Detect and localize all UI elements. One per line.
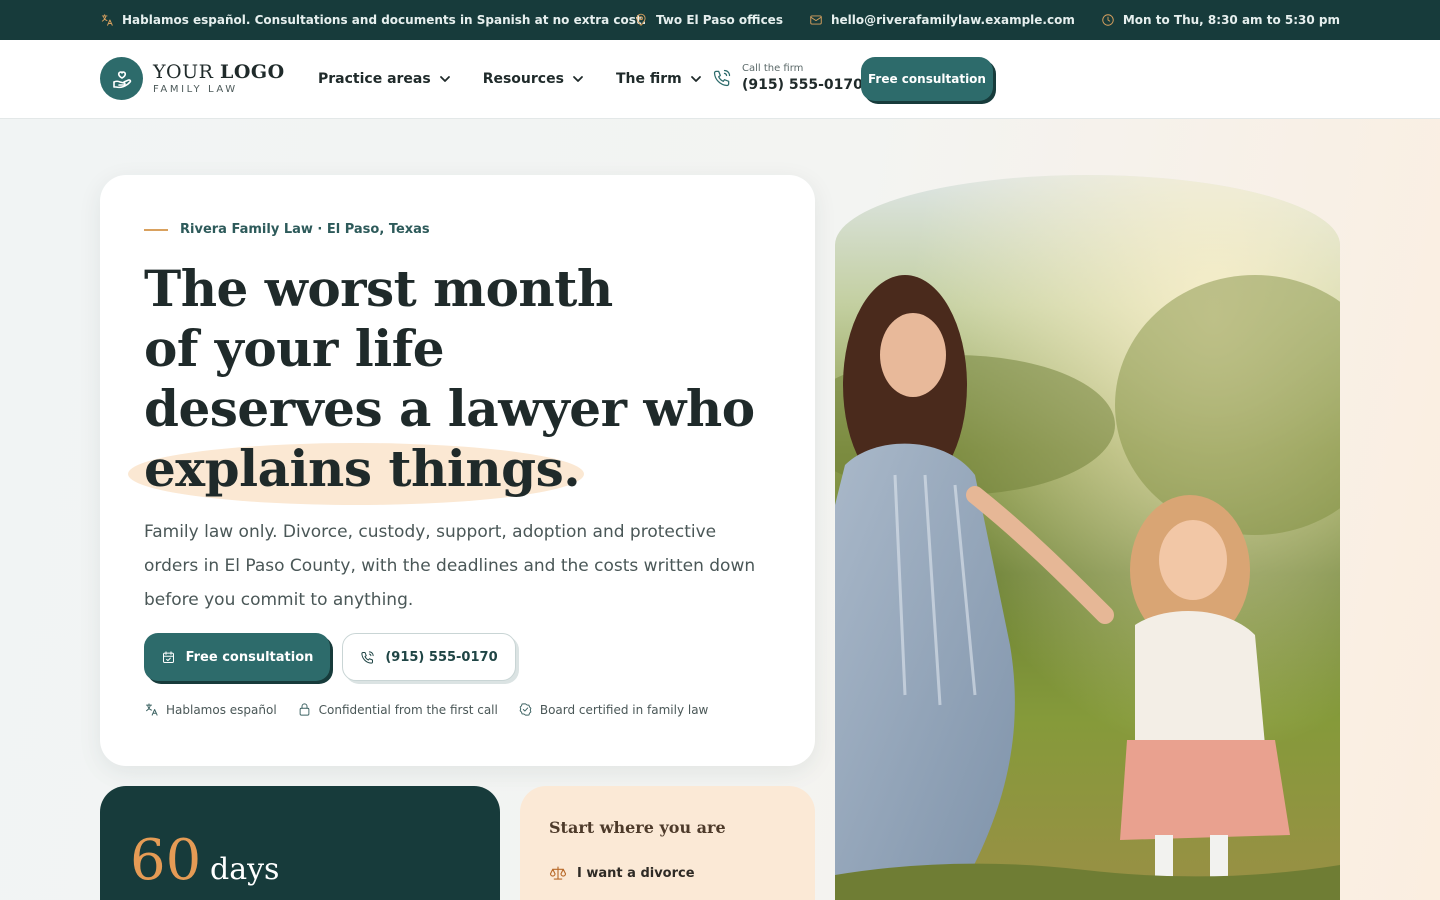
lock-icon <box>299 703 310 716</box>
headline-highlight: explains things. <box>127 439 585 505</box>
logo-hands-icon <box>100 57 143 100</box>
mail-icon <box>810 15 822 25</box>
headline-line: deserves a lawyer who <box>144 379 755 438</box>
chevron-down-icon <box>690 76 701 82</box>
start-item-label: I want a divorce <box>577 865 695 881</box>
trust-confidential: Confidential from the first call <box>297 702 498 717</box>
nav-label: Resources <box>482 71 564 87</box>
call-phone-button[interactable]: (915) 555-0170 <box>342 633 516 681</box>
trust-badges: Hablamos español Confidential from the f… <box>144 702 708 717</box>
logo-tagline: FAMILY LAW <box>153 83 238 95</box>
hero-headline: The worst month of your life deserves a … <box>127 259 784 505</box>
trust-certified: Board certified in family law <box>518 702 709 717</box>
trust-spanish: Hablamos español <box>144 702 277 717</box>
trust-label: Board certified in family law <box>539 702 709 717</box>
site-header: YOUR LOGO FAMILY LAW Practice areas Reso… <box>0 40 1440 119</box>
logo-word-2: LOGO <box>220 60 285 83</box>
start-title: Start where you are <box>549 818 726 837</box>
nav-practice-areas[interactable]: Practice areas <box>318 71 451 87</box>
button-label: Free consultation <box>185 649 314 665</box>
phone-ringing-icon <box>361 650 374 664</box>
hours-info: Mon to Thu, 8:30 am to 5:30 pm <box>1101 13 1340 27</box>
headline-line: The worst month <box>144 259 613 318</box>
trust-label: Hablamos español <box>166 702 277 717</box>
map-pin-icon <box>636 13 646 26</box>
translate-icon <box>101 14 113 26</box>
email-link[interactable]: hello@riverafamilylaw.example.com <box>809 13 1075 27</box>
email-text: hello@riverafamilylaw.example.com <box>830 13 1075 27</box>
nav-label: Practice areas <box>318 71 431 87</box>
mother-and-daughter-photo <box>835 175 1340 900</box>
language-note: Hablamos español. Consultations and docu… <box>100 0 646 40</box>
hours-text: Mon to Thu, 8:30 am to 5:30 pm <box>1122 13 1340 27</box>
nav-label: The firm <box>615 71 682 87</box>
eyebrow-text: Rivera Family Law · El Paso, Texas <box>180 222 430 237</box>
trust-label: Confidential from the first call <box>318 702 498 717</box>
main-nav: Practice areas Resources The firm <box>318 40 702 118</box>
language-note-text: Hablamos español. Consultations and docu… <box>122 13 647 27</box>
nav-resources[interactable]: Resources <box>483 71 584 87</box>
logo-word-1: YOUR <box>153 60 214 83</box>
hero-subtext: Family law only. Divorce, custody, suppo… <box>144 522 756 610</box>
chevron-down-icon <box>439 76 450 82</box>
scales-icon <box>549 866 567 880</box>
start-item-divorce[interactable]: I want a divorce <box>549 864 695 882</box>
start-card: Start where you are I want a divorce <box>520 786 815 900</box>
offices-info[interactable]: Two El Paso offices <box>634 13 783 27</box>
offices-text: Two El Paso offices <box>655 13 783 27</box>
eyebrow-dash <box>144 228 168 231</box>
clock-icon <box>1102 14 1114 26</box>
phone-ringing-icon <box>713 69 731 87</box>
call-label: Call the firm <box>742 63 804 74</box>
headline-line: of your life <box>144 319 445 378</box>
chevron-down-icon <box>573 76 583 82</box>
translate-icon <box>146 703 158 716</box>
hero-card: Rivera Family Law · El Paso, Texas The w… <box>100 175 815 766</box>
call-the-firm[interactable]: Call the firm (915) 555-0170 <box>712 62 863 94</box>
call-phone: (915) 555-0170 <box>742 77 863 93</box>
header-free-consultation-button[interactable]: Free consultation <box>861 57 993 101</box>
stat-number: 60 <box>130 828 202 893</box>
calendar-check-icon <box>162 650 174 663</box>
hero-eyebrow: Rivera Family Law · El Paso, Texas <box>144 222 430 237</box>
headline-line: explains things. <box>144 439 581 498</box>
stat-card: 60 days <box>100 786 500 900</box>
badge-check-icon <box>519 703 532 716</box>
stat-unit: days <box>210 852 280 887</box>
free-consultation-button[interactable]: Free consultation <box>144 633 330 681</box>
hero-photo <box>835 175 1340 900</box>
button-label: (915) 555-0170 <box>385 649 498 665</box>
logo[interactable]: YOUR LOGO FAMILY LAW <box>100 57 285 100</box>
nav-the-firm[interactable]: The firm <box>616 71 702 87</box>
top-info-bar: Hablamos español. Consultations and docu… <box>0 0 1440 40</box>
